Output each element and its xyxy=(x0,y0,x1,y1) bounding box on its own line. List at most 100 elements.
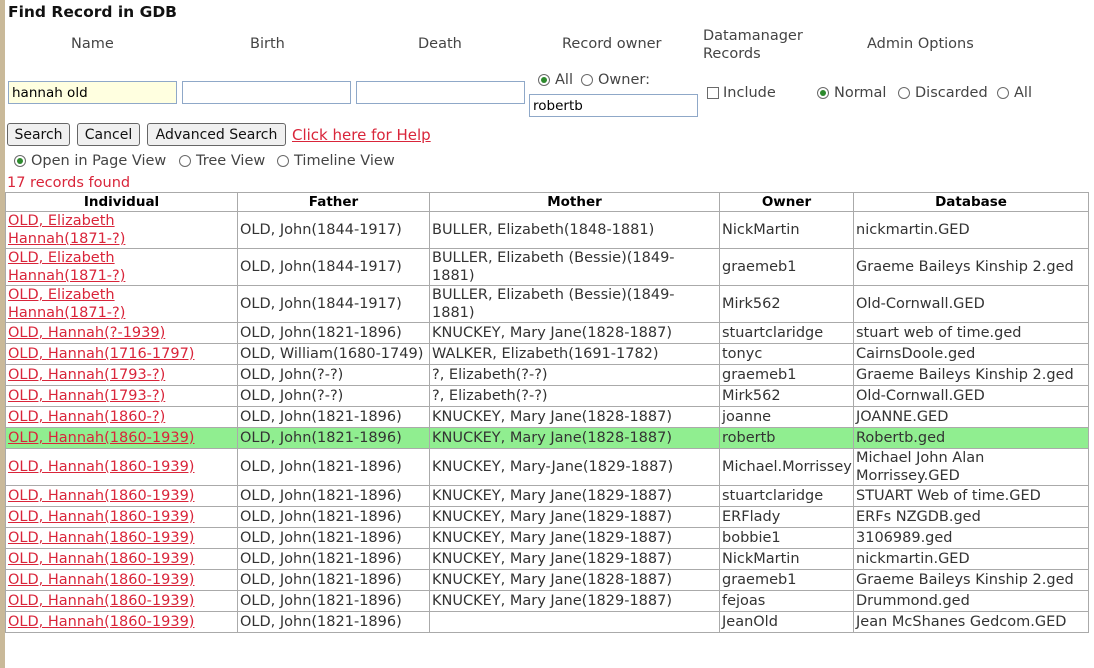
help-link[interactable]: Click here for Help xyxy=(292,126,431,144)
cell-mother: WALKER, Elizabeth(1691-1782) xyxy=(429,343,720,365)
view-tree-radio[interactable] xyxy=(179,155,191,167)
owner-all-label: All xyxy=(555,72,573,88)
cell-mother: KNUCKEY, Mary Jane(1829-1887) xyxy=(429,548,720,570)
individual-link[interactable]: OLD, Elizabeth Hannah(1871-?) xyxy=(8,213,125,247)
cell-father: OLD, William(1680-1749) xyxy=(237,343,430,365)
admin-discarded-option[interactable]: Discarded xyxy=(898,85,988,101)
cell-owner: robertb xyxy=(719,427,854,449)
cell-database: Drummond.ged xyxy=(853,590,1089,612)
cell-father: OLD, John(1821-1896) xyxy=(237,569,430,591)
cell-mother: KNUCKEY, Mary-Jane(1829-1887) xyxy=(429,448,720,486)
table-row: OLD, Hannah(1793-?) OLD, John(?-?)?, Eliz… xyxy=(5,364,1089,386)
header-death: Death xyxy=(418,36,462,52)
header-record-owner: Record owner xyxy=(562,36,662,52)
individual-link[interactable]: OLD, Elizabeth Hannah(1871-?) xyxy=(8,287,125,321)
table-row: OLD, Hannah(1860-1939) OLD, John(1821-189… xyxy=(5,506,1089,528)
cell-database: Graeme Baileys Kinship 2.ged xyxy=(853,364,1089,386)
admin-all-radio[interactable] xyxy=(997,87,1009,99)
cell-individual: OLD, Hannah(1860-1939) xyxy=(5,527,238,549)
cell-mother: ?, Elizabeth(?-?) xyxy=(429,385,720,407)
view-timeline-radio[interactable] xyxy=(277,155,289,167)
cell-individual: OLD, Hannah(1716-1797) xyxy=(5,343,238,365)
cell-individual: OLD, Elizabeth Hannah(1871-?) xyxy=(5,285,238,323)
cell-database: Jean McShanes Gedcom.GED xyxy=(853,611,1089,633)
cell-father: OLD, John(1821-1896) xyxy=(237,590,430,612)
cell-mother: KNUCKEY, Mary Jane(1828-1887) xyxy=(429,322,720,344)
include-checkbox[interactable] xyxy=(707,87,719,99)
admin-normal-label: Normal xyxy=(834,85,887,101)
individual-link[interactable]: OLD, Hannah(?-1939) xyxy=(8,325,165,341)
header-birth: Birth xyxy=(250,36,285,52)
cell-owner: graemeb1 xyxy=(719,569,854,591)
cell-database: nickmartin.GED xyxy=(853,211,1089,249)
cell-father: OLD, John(1821-1896) xyxy=(237,527,430,549)
name-input[interactable] xyxy=(8,81,177,104)
cell-individual: OLD, Hannah(1860-1939) xyxy=(5,448,238,486)
cell-owner: bobbie1 xyxy=(719,527,854,549)
admin-all-option[interactable]: All xyxy=(997,85,1032,101)
cell-individual: OLD, Hannah(1860-1939) xyxy=(5,548,238,570)
cell-mother: KNUCKEY, Mary Jane(1828-1887) xyxy=(429,569,720,591)
individual-link[interactable]: OLD, Elizabeth Hannah(1871-?) xyxy=(8,250,125,284)
cell-mother: KNUCKEY, Mary Jane(1828-1887) xyxy=(429,427,720,449)
table-row: OLD, Elizabeth Hannah(1871-?) OLD, John(1… xyxy=(5,285,1089,323)
include-option[interactable]: Include xyxy=(707,85,776,101)
owner-input[interactable] xyxy=(529,94,698,117)
individual-link[interactable]: OLD, Hannah(1860-1939) xyxy=(8,614,194,630)
owner-all-radio[interactable] xyxy=(538,74,550,86)
death-input[interactable] xyxy=(356,81,525,104)
cell-individual: OLD, Hannah(?-1939) xyxy=(5,322,238,344)
individual-link[interactable]: OLD, Hannah(1860-1939) xyxy=(8,593,194,609)
owner-all-option[interactable]: All xyxy=(538,72,573,88)
advanced-search-button[interactable]: Advanced Search xyxy=(147,123,286,146)
page-title: Find Record in GDB xyxy=(8,3,177,21)
cell-mother: BULLER, Elizabeth(1848-1881) xyxy=(429,211,720,249)
individual-link[interactable]: OLD, Hannah(1793-?) xyxy=(8,367,165,383)
view-timeline-option[interactable]: Timeline View xyxy=(277,153,395,169)
column-header-individual: Individual xyxy=(5,192,238,212)
individual-link[interactable]: OLD, Hannah(1860-1939) xyxy=(8,530,194,546)
cell-father: OLD, John(1821-1896) xyxy=(237,322,430,344)
individual-link[interactable]: OLD, Hannah(1860-1939) xyxy=(8,551,194,567)
admin-discarded-label: Discarded xyxy=(915,85,988,101)
cell-mother: KNUCKEY, Mary Jane(1829-1887) xyxy=(429,485,720,507)
header-datamanager-line1: Datamanager xyxy=(703,28,803,44)
individual-link[interactable]: OLD, Hannah(1860-1939) xyxy=(8,459,194,475)
individual-link[interactable]: OLD, Hannah(1860-?) xyxy=(8,409,165,425)
admin-normal-radio[interactable] xyxy=(817,87,829,99)
search-button[interactable]: Search xyxy=(7,123,70,146)
cell-mother: ?, Elizabeth(?-?) xyxy=(429,364,720,386)
admin-normal-option[interactable]: Normal xyxy=(817,85,886,101)
cell-database: 3106989.ged xyxy=(853,527,1089,549)
individual-link[interactable]: OLD, Hannah(1860-1939) xyxy=(8,572,194,588)
owner-specific-radio[interactable] xyxy=(581,74,593,86)
header-datamanager-records: Datamanager Records xyxy=(703,27,803,63)
individual-link[interactable]: OLD, Hannah(1860-1939) xyxy=(8,430,194,446)
cell-owner: graemeb1 xyxy=(719,364,854,386)
admin-discarded-radio[interactable] xyxy=(898,87,910,99)
include-label: Include xyxy=(723,85,776,101)
cell-individual: OLD, Hannah(1860-1939) xyxy=(5,506,238,528)
individual-link[interactable]: OLD, Hannah(1793-?) xyxy=(8,388,165,404)
owner-specific-option[interactable]: Owner: xyxy=(581,72,650,88)
individual-link[interactable]: OLD, Hannah(1860-1939) xyxy=(8,509,194,525)
header-datamanager-line2: Records xyxy=(703,46,761,62)
cell-owner: NickMartin xyxy=(719,211,854,249)
cell-database: stuart web of time.ged xyxy=(853,322,1089,344)
owner-specific-label: Owner: xyxy=(598,72,650,88)
cell-father: OLD, John(1844-1917) xyxy=(237,248,430,286)
cell-database: ERFs NZGDB.ged xyxy=(853,506,1089,528)
individual-link[interactable]: OLD, Hannah(1860-1939) xyxy=(8,488,194,504)
individual-link[interactable]: OLD, Hannah(1716-1797) xyxy=(8,346,194,362)
records-found-count: 17 records found xyxy=(7,175,131,191)
cell-father: OLD, John(1821-1896) xyxy=(237,406,430,428)
column-header-database: Database xyxy=(853,192,1089,212)
cell-father: OLD, John(1821-1896) xyxy=(237,506,430,528)
cancel-button[interactable]: Cancel xyxy=(77,123,140,146)
view-page-radio[interactable] xyxy=(14,155,26,167)
view-tree-option[interactable]: Tree View xyxy=(179,153,265,169)
cell-owner: stuartclaridge xyxy=(719,485,854,507)
view-page-option[interactable]: Open in Page View xyxy=(14,153,166,169)
table-row: OLD, Hannah(?-1939) OLD, John(1821-1896) K… xyxy=(5,322,1089,344)
birth-input[interactable] xyxy=(182,81,351,104)
